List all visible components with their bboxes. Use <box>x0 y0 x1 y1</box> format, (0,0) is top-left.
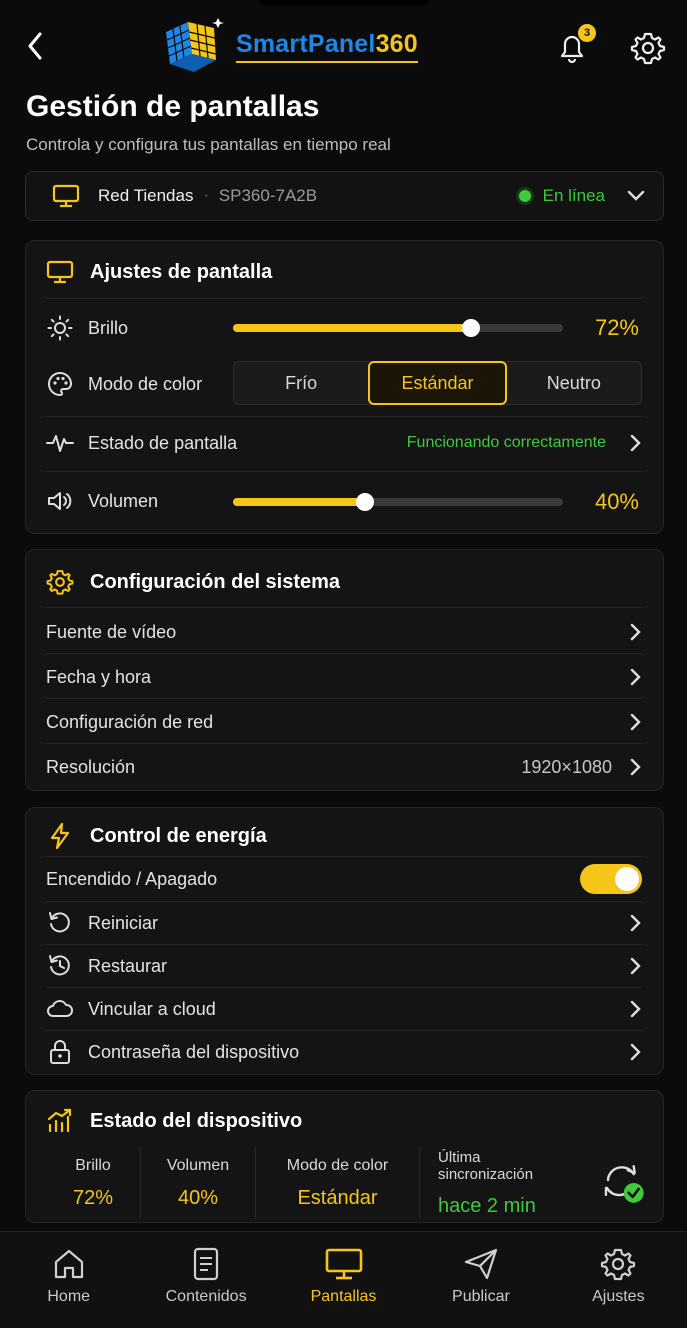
pulse-icon <box>46 435 74 452</box>
home-icon <box>54 1249 83 1279</box>
brightness-fill <box>233 324 471 332</box>
sun-icon <box>47 315 73 341</box>
volume-icon <box>48 492 72 510</box>
stat-last-sync: Última sincronización hace 2 min <box>420 1147 646 1219</box>
chevron-right-icon <box>630 623 641 641</box>
lightning-icon <box>50 822 70 850</box>
notifications-button[interactable]: 3 <box>554 24 596 66</box>
lock-icon <box>50 1040 70 1064</box>
brightness-knob[interactable] <box>461 319 480 337</box>
resolution-value: 1920×1080 <box>521 756 612 777</box>
gear-icon <box>630 32 666 65</box>
palette-icon <box>48 371 73 397</box>
brightness-slider[interactable] <box>233 319 563 337</box>
power-control-card: Control de energía Encendido / Apagado R… <box>25 807 664 1075</box>
screen-state-row[interactable]: Estado de pantalla Funcionando correctam… <box>46 428 642 458</box>
device-password-row[interactable]: Contraseña del dispositivo <box>46 1037 642 1067</box>
document-icon <box>194 1247 219 1281</box>
power-toggle-label: Encendido / Apagado <box>46 868 218 889</box>
stat-color-mode: Modo de color Estándar <box>256 1147 420 1219</box>
device-notch <box>258 0 429 6</box>
device-code: SP360-7A2B <box>218 186 318 205</box>
restart-row[interactable]: Reiniciar <box>46 908 642 938</box>
device-status: En línea <box>518 186 645 206</box>
monitor-icon <box>52 184 80 208</box>
chevron-right-icon <box>630 713 641 731</box>
gear-icon <box>46 570 74 595</box>
brightness-label: Brillo <box>88 317 129 338</box>
app-header: SmartPanel360 3 <box>0 10 687 82</box>
brightness-value: 72% <box>594 315 639 340</box>
resolution-row[interactable]: Resolución 1920×1080 <box>46 752 642 782</box>
nav-screens[interactable]: Pantallas <box>275 1232 412 1328</box>
page-title: Gestión de pantallas <box>26 90 320 123</box>
bottom-nav: Home Contenidos Pantallas Publicar Ajust… <box>0 1231 687 1328</box>
chevron-right-icon <box>630 758 641 776</box>
bar-chart-icon <box>47 1108 72 1133</box>
monitor-icon <box>325 1248 362 1280</box>
chevron-down-icon <box>627 190 645 201</box>
logo-cube-icon <box>166 18 224 72</box>
notification-badge: 3 <box>578 24 596 42</box>
power-control-title: Control de energía <box>46 822 267 850</box>
nav-publish[interactable]: Publicar <box>412 1232 549 1328</box>
page-subtitle: Controla y configura tus pantallas en ti… <box>26 135 391 154</box>
restore-row[interactable]: Restaurar <box>46 951 642 981</box>
display-settings-title: Ajustes de pantalla <box>46 259 272 285</box>
volume-knob[interactable] <box>356 493 374 511</box>
color-mode-cold[interactable]: Frío <box>234 362 368 404</box>
device-status-card: Estado del dispositivo Brillo 72% Volume… <box>25 1090 664 1223</box>
color-mode-neutral[interactable]: Neutro <box>507 362 641 404</box>
chevron-right-icon <box>630 957 641 975</box>
chevron-right-icon <box>630 668 641 686</box>
sync-check-icon[interactable] <box>600 1160 646 1206</box>
send-icon <box>464 1248 498 1280</box>
cloud-link-row[interactable]: Vincular a cloud <box>46 994 642 1024</box>
display-settings-card: Ajustes de pantalla Brillo 72% Modo de c… <box>25 240 664 534</box>
settings-button[interactable] <box>630 30 666 66</box>
device-separator: · <box>203 187 209 204</box>
monitor-icon <box>46 260 74 284</box>
restart-icon <box>49 912 70 933</box>
system-config-title: Configuración del sistema <box>46 568 340 596</box>
device-status-title: Estado del dispositivo <box>46 1107 302 1135</box>
screen-state-label: Estado de pantalla <box>88 432 238 453</box>
nav-home[interactable]: Home <box>0 1232 137 1328</box>
cloud-icon <box>47 1000 73 1017</box>
device-status-label: En línea <box>542 186 605 205</box>
nav-contents[interactable]: Contenidos <box>137 1232 274 1328</box>
volume-slider[interactable] <box>233 493 563 511</box>
device-status-stats: Brillo 72% Volumen 40% Modo de color Est… <box>46 1147 646 1219</box>
screen-state-value: Funcionando correctamente <box>406 434 606 451</box>
network-config-row[interactable]: Configuración de red <box>46 707 642 737</box>
stat-volume: Volumen 40% <box>141 1147 256 1219</box>
color-mode-standard[interactable]: Estándar <box>368 361 507 405</box>
chevron-right-icon <box>630 1043 641 1061</box>
volume-fill <box>233 498 365 506</box>
device-selector[interactable]: Red Tiendas · SP360-7A2B En línea <box>25 171 664 221</box>
video-source-row[interactable]: Fuente de vídeo <box>46 617 642 647</box>
chevron-right-icon <box>630 434 641 452</box>
chevron-left-icon <box>28 32 42 60</box>
logo-text: SmartPanel360 <box>236 30 418 63</box>
volume-value: 40% <box>594 489 639 514</box>
volume-label: Volumen <box>88 490 159 511</box>
nav-settings[interactable]: Ajustes <box>550 1232 687 1328</box>
back-button[interactable] <box>20 28 50 64</box>
stat-brightness: Brillo 72% <box>46 1147 141 1219</box>
color-mode-selector: Frío Estándar Neutro <box>233 361 642 405</box>
chevron-right-icon <box>630 914 641 932</box>
history-icon <box>49 955 70 976</box>
power-toggle-row: Encendido / Apagado <box>46 864 642 894</box>
system-config-card: Configuración del sistema Fuente de víde… <box>25 549 664 791</box>
app-logo: SmartPanel360 <box>158 12 418 80</box>
device-name: Red Tiendas <box>98 186 194 205</box>
chevron-right-icon <box>630 1000 641 1018</box>
power-toggle[interactable] <box>580 864 642 894</box>
date-time-row[interactable]: Fecha y hora <box>46 662 642 692</box>
online-dot <box>518 190 531 202</box>
gear-icon <box>601 1248 636 1281</box>
color-mode-label: Modo de color <box>88 373 203 394</box>
